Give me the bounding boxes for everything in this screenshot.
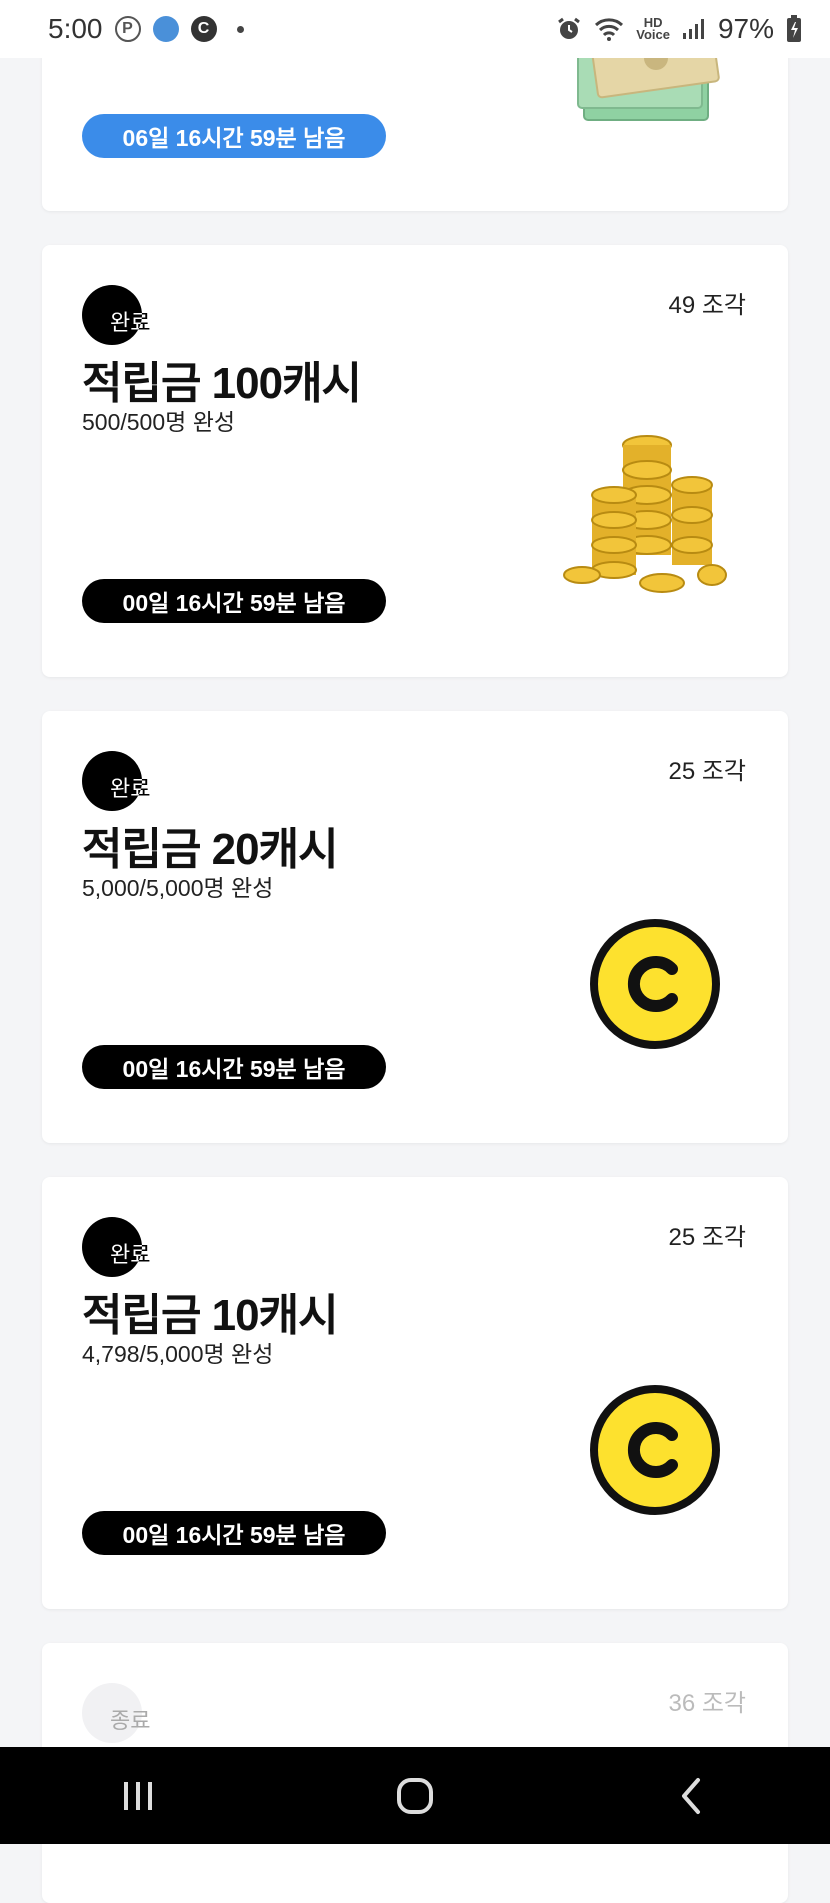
voice-label: Voice <box>636 27 670 42</box>
time-remaining-pill: 00일 16시간 59분 남음 <box>82 1045 386 1089</box>
status-badge: 종료 <box>82 1683 202 1743</box>
back-button[interactable] <box>652 1766 732 1826</box>
badge-label: 종료 <box>110 1708 151 1733</box>
clock: 5:00 <box>48 13 103 44</box>
status-badge: 완료 <box>82 1217 202 1277</box>
card-title: 적립금 10캐시 <box>82 1291 339 1340</box>
home-icon <box>396 1777 433 1814</box>
time-remaining-pill: 00일 16시간 59분 남음 <box>82 1511 386 1555</box>
progress-text: 500/500명 완성 <box>82 409 236 435</box>
c-app-icon: C <box>190 16 217 42</box>
status-bar: 5:00 P C HD Voice 97% <box>0 0 830 58</box>
pieces-count: 25 조각 <box>668 1224 746 1251</box>
wifi-icon <box>595 18 624 41</box>
badge-label: 완료 <box>110 1242 151 1267</box>
event-card[interactable]: 25 조각 완료 적립금 20캐시 5,000/5,000명 완성 00일 16… <box>42 711 788 1143</box>
recent-apps-icon <box>124 1781 153 1810</box>
dot-icon <box>236 25 244 33</box>
event-card[interactable]: 49 조각 완료 적립금 100캐시 500/500명 완성 00일 16시간 … <box>42 245 788 677</box>
card-title: 적립금 20캐시 <box>82 825 339 874</box>
parking-p-icon: P <box>114 16 141 42</box>
time-remaining-pill: 06일 16시간 59분 남음 <box>82 114 386 158</box>
progress-text: 5,000/5,000명 완성 <box>82 875 274 901</box>
back-icon <box>681 1777 700 1814</box>
home-button[interactable] <box>375 1766 455 1826</box>
gold-coins-icon <box>563 435 727 593</box>
c-coin-icon <box>590 1385 720 1515</box>
c-letter-icon <box>627 1422 678 1478</box>
badge-label: 완료 <box>110 310 151 335</box>
battery-icon <box>787 15 801 42</box>
badge-label: 완료 <box>110 776 151 801</box>
signal-icon <box>682 19 704 39</box>
pieces-count: 49 조각 <box>668 292 746 319</box>
pieces-count: 25 조각 <box>668 758 746 785</box>
navigation-bar <box>0 1747 830 1844</box>
alarm-icon <box>558 17 581 39</box>
battery-percent: 97% <box>717 13 774 44</box>
globe-icon <box>152 16 179 42</box>
event-card[interactable]: 25 조각 완료 적립금 10캐시 4,798/5,000명 완성 00일 16… <box>42 1177 788 1609</box>
status-right: HD Voice 97% <box>556 13 802 45</box>
card-title: 적립금 100캐시 <box>82 359 362 408</box>
status-badge: 완료 <box>82 285 202 345</box>
time-remaining-pill: 00일 16시간 59분 남음 <box>82 579 386 623</box>
hd-voice-icon: HD Voice <box>636 16 670 42</box>
c-letter-icon <box>627 956 678 1012</box>
status-badge: 완료 <box>82 751 202 811</box>
recent-apps-button[interactable] <box>98 1766 178 1826</box>
c-coin-icon <box>590 919 720 1049</box>
progress-text: 4,798/5,000명 완성 <box>82 1341 274 1367</box>
pieces-count: 36 조각 <box>668 1690 746 1717</box>
status-left: 5:00 P C <box>48 13 244 45</box>
